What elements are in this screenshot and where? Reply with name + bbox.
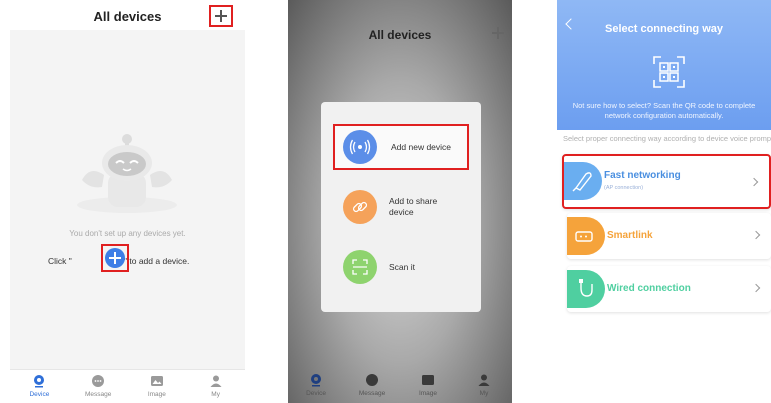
chevron-right-icon <box>749 177 759 187</box>
tab-image[interactable]: Image <box>400 369 456 403</box>
tab-message[interactable]: Message <box>344 369 400 403</box>
add-menu-screen: All devices Add new device Add to share … <box>288 0 512 403</box>
device-icon <box>311 374 321 387</box>
header-bar: All devices <box>10 0 245 30</box>
select-connecting-way-screen: Select connecting way Not sure how to se… <box>557 0 771 403</box>
instruction-text: Select proper connecting way according t… <box>563 134 771 143</box>
plus-icon <box>215 10 227 22</box>
hint-suffix: " to add a device. <box>124 256 190 266</box>
rocket-icon <box>564 162 602 200</box>
scan-option[interactable]: Scan it <box>333 244 469 290</box>
option-title: Fast networking <box>604 170 681 181</box>
tab-label: Message <box>358 390 386 397</box>
qr-hint-text: Not sure how to select? Scan the QR code… <box>572 101 756 120</box>
page-title: Select connecting way <box>605 23 723 35</box>
add-new-device-option[interactable]: Add new device <box>333 124 469 170</box>
tab-image[interactable]: Image <box>128 370 187 403</box>
message-icon <box>92 375 105 387</box>
robot-mascot-icon <box>77 134 177 213</box>
menu-item-label: Add new device <box>391 141 452 152</box>
message-icon <box>366 374 378 386</box>
scan-icon <box>343 250 377 284</box>
plus-icon[interactable] <box>492 27 504 39</box>
hint-prefix: Click " <box>48 256 72 266</box>
wifi-signal-icon <box>343 130 377 164</box>
add-device-button[interactable] <box>209 5 233 27</box>
bottom-tab-bar: Device Message Image My <box>10 369 245 403</box>
tab-device[interactable]: Device <box>288 369 344 403</box>
tab-label: Image <box>147 391 166 398</box>
tab-message[interactable]: Message <box>69 370 128 403</box>
smartlink-option[interactable]: Smartlink <box>567 213 771 259</box>
menu-item-label: Add to share device <box>389 196 438 217</box>
tab-label: Device <box>29 391 50 398</box>
option-title: Smartlink <box>607 230 653 241</box>
router-icon <box>567 217 605 255</box>
add-share-device-option[interactable]: Add to share device <box>333 184 469 230</box>
bottom-tab-bar: Device Message Image My <box>288 369 512 403</box>
person-icon <box>210 375 222 387</box>
chevron-right-icon <box>751 283 761 293</box>
fast-networking-option[interactable]: Fast networking (AP connection) <box>562 154 771 209</box>
link-icon <box>343 190 377 224</box>
device-icon <box>34 375 45 388</box>
all-devices-empty-screen: All devices You don't set up any devices… <box>10 0 245 403</box>
chevron-right-icon <box>751 230 761 240</box>
plus-circle-icon <box>105 248 125 268</box>
header-banner: Select connecting way Not sure how to se… <box>557 0 771 130</box>
add-options-dialog: Add new device Add to share device Scan … <box>321 102 481 312</box>
image-icon <box>422 375 434 385</box>
tab-my[interactable]: My <box>186 370 245 403</box>
tab-my[interactable]: My <box>456 369 512 403</box>
wired-connection-option[interactable]: Wired connection <box>567 266 771 312</box>
tab-label: My <box>211 391 220 398</box>
cable-icon <box>567 270 605 308</box>
page-title: All devices <box>368 28 432 42</box>
tab-device[interactable]: Device <box>10 370 69 403</box>
tab-label: Message <box>84 391 112 398</box>
add-device-circle-button[interactable] <box>101 244 129 272</box>
option-subtitle: (AP connection) <box>604 185 644 191</box>
tab-label: Image <box>418 390 438 397</box>
empty-state-message: You don't set up any devices yet. <box>69 229 186 238</box>
person-icon <box>478 374 490 386</box>
tab-label: Device <box>306 390 326 397</box>
qr-code-icon[interactable] <box>652 55 686 89</box>
option-title: Wired connection <box>607 283 691 294</box>
menu-item-label: Scan it <box>389 261 415 272</box>
tab-label: My <box>479 390 489 397</box>
image-icon <box>150 376 163 386</box>
